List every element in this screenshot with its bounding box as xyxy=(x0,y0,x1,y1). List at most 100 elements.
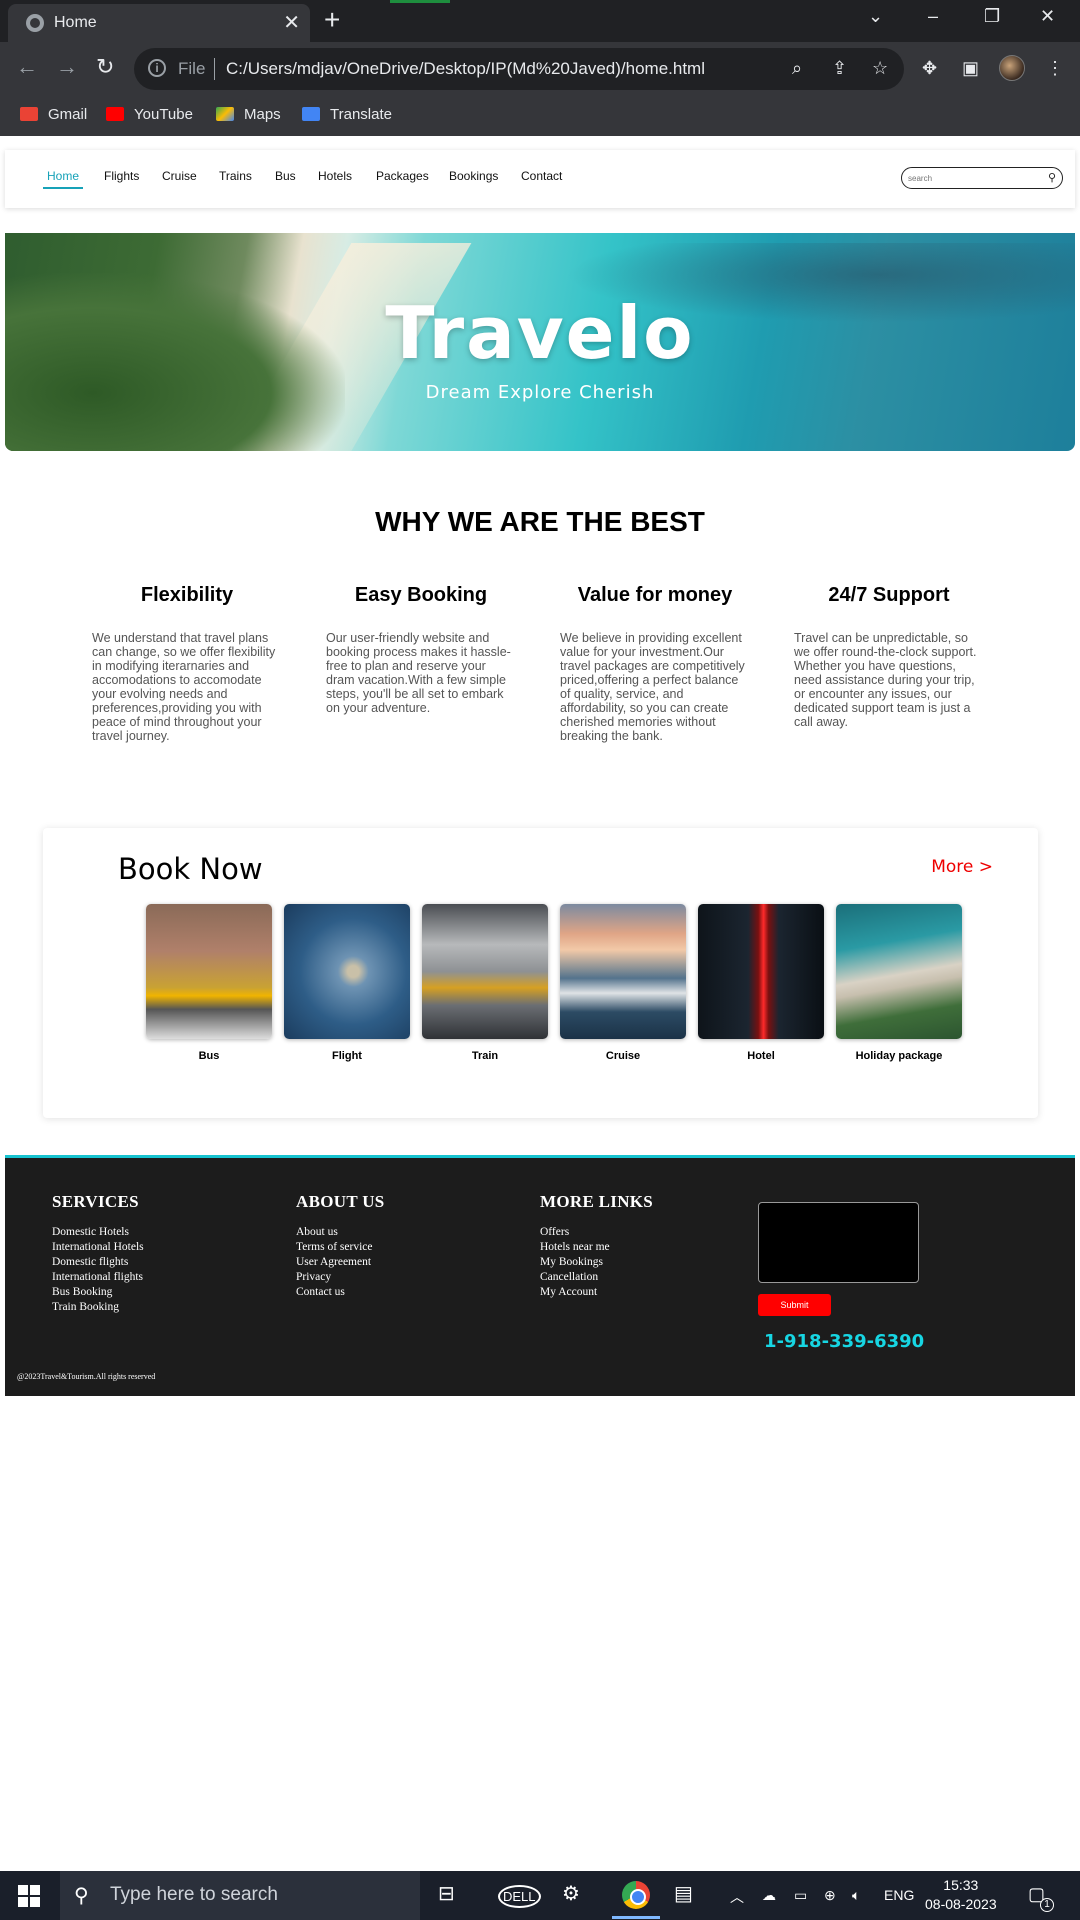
footer-links: About us Terms of service User Agreement… xyxy=(296,1225,385,1300)
browser-tab[interactable]: Home ✕ xyxy=(8,4,310,42)
close-tab-icon[interactable]: ✕ xyxy=(283,10,300,35)
star-icon[interactable]: ☆ xyxy=(872,58,888,79)
footer-services: SERVICES Domestic Hotels International H… xyxy=(52,1192,144,1315)
forward-icon[interactable]: → xyxy=(56,54,78,80)
more-link[interactable]: More > xyxy=(931,857,993,877)
footer-link[interactable]: Cancellation xyxy=(540,1270,653,1285)
tab-search-icon[interactable]: ⌄ xyxy=(868,6,883,27)
feature-text: We understand that travel plans can chan… xyxy=(92,631,276,743)
train-image xyxy=(422,904,548,1039)
share-icon[interactable]: ⇪ xyxy=(832,58,847,79)
chrome-icon[interactable] xyxy=(622,1881,650,1909)
footer-link[interactable]: User Agreement xyxy=(296,1255,385,1270)
footer-link[interactable]: My Bookings xyxy=(540,1255,653,1270)
taskbar-clock[interactable]: 15:33 08-08-2023 xyxy=(925,1876,997,1914)
back-icon[interactable]: ← xyxy=(16,54,38,80)
hotel-image xyxy=(698,904,824,1039)
search-input[interactable] xyxy=(908,170,1038,186)
bookmark-gmail[interactable]: Gmail xyxy=(20,106,87,123)
bookmark-maps[interactable]: Maps xyxy=(216,106,281,123)
nav-contact[interactable]: Contact xyxy=(521,169,562,183)
tab-activity-indicator xyxy=(390,0,450,3)
web-page: Home Flights Cruise Trains Bus Hotels Pa… xyxy=(0,136,1080,1871)
footer-link[interactable]: Domestic flights xyxy=(52,1255,144,1270)
minimize-button[interactable]: – xyxy=(928,6,938,27)
footer-heading: SERVICES xyxy=(52,1192,139,1211)
network-globe-icon[interactable]: ⊕ xyxy=(824,1887,836,1904)
task-view-icon[interactable]: ⊟ xyxy=(438,1881,455,1906)
info-icon[interactable]: i xyxy=(148,59,166,77)
footer-about: ABOUT US About us Terms of service User … xyxy=(296,1192,385,1300)
footer-link[interactable]: Privacy xyxy=(296,1270,385,1285)
book-card-cruise[interactable]: Cruise xyxy=(560,904,686,1062)
footer-link[interactable]: Hotels near me xyxy=(540,1240,653,1255)
nav-hotels[interactable]: Hotels xyxy=(318,169,352,183)
footer-link[interactable]: Train Booking xyxy=(52,1300,144,1315)
menu-icon[interactable]: ⋮ xyxy=(1046,58,1064,79)
address-bar[interactable]: i File C:/Users/mdjav/OneDrive/Desktop/I… xyxy=(134,48,904,90)
bookmark-translate[interactable]: Translate xyxy=(302,106,392,123)
search-icon[interactable]: ⚲ xyxy=(1048,171,1056,184)
footer-link[interactable]: Terms of service xyxy=(296,1240,385,1255)
footer-more-links: MORE LINKS Offers Hotels near me My Book… xyxy=(540,1192,653,1300)
new-tab-button[interactable]: + xyxy=(324,4,340,36)
nav-cruise[interactable]: Cruise xyxy=(162,169,197,183)
taskbar-search-placeholder: Type here to search xyxy=(110,1884,278,1905)
reload-icon[interactable]: ↻ xyxy=(96,54,114,80)
nav-packages[interactable]: Packages xyxy=(376,169,429,183)
bookmark-youtube[interactable]: YouTube xyxy=(106,106,193,123)
close-window-button[interactable]: ✕ xyxy=(1040,6,1055,27)
site-navbar: Home Flights Cruise Trains Bus Hotels Pa… xyxy=(5,150,1075,208)
profile-avatar[interactable] xyxy=(999,55,1025,81)
feature-support: 24/7 Support Travel can be unpredictable… xyxy=(794,584,984,729)
footer-message-textarea[interactable] xyxy=(758,1202,919,1283)
cloud-icon[interactable]: ☁ xyxy=(762,1887,776,1904)
chrome-active-indicator xyxy=(612,1916,660,1919)
card-label: Bus xyxy=(198,1050,220,1062)
restore-button[interactable]: ❐ xyxy=(984,6,1000,27)
book-card-flight[interactable]: Flight xyxy=(284,904,410,1062)
side-panel-icon[interactable]: ▣ xyxy=(962,58,979,79)
footer-link[interactable]: Domestic Hotels xyxy=(52,1225,144,1240)
feature-value-for-money: Value for money We believe in providing … xyxy=(560,584,750,743)
nav-bookings[interactable]: Bookings xyxy=(449,169,498,183)
settings-gear-icon[interactable]: ⚙ xyxy=(562,1881,580,1906)
volume-icon[interactable]: 🔈︎ xyxy=(852,1887,860,1904)
feature-text: Our user-friendly website and booking pr… xyxy=(326,631,511,715)
chevron-up-icon[interactable]: ︿ xyxy=(730,1887,744,1907)
zoom-icon[interactable]: ⌕ xyxy=(792,58,802,79)
book-card-hotel[interactable]: Hotel xyxy=(698,904,824,1062)
battery-icon[interactable]: ▭ xyxy=(794,1887,807,1904)
footer-link[interactable]: Bus Booking xyxy=(52,1285,144,1300)
footer-link[interactable]: About us xyxy=(296,1225,385,1240)
address-separator xyxy=(214,58,215,80)
nav-trains[interactable]: Trains xyxy=(219,169,252,183)
footer-link[interactable]: Contact us xyxy=(296,1285,385,1300)
clock-time: 15:33 xyxy=(943,1877,979,1893)
nav-home[interactable]: Home xyxy=(42,169,84,189)
taskbar-search[interactable]: ⚲ Type here to search xyxy=(60,1871,420,1920)
nav-flights[interactable]: Flights xyxy=(104,169,139,183)
news-icon[interactable]: ▤ xyxy=(674,1881,693,1906)
book-card-holiday-package[interactable]: Holiday package xyxy=(836,904,962,1062)
footer-link[interactable]: My Account xyxy=(540,1285,653,1300)
site-footer: SERVICES Domestic Hotels International H… xyxy=(5,1155,1075,1396)
url-text[interactable]: C:/Users/mdjav/OneDrive/Desktop/IP(Md%20… xyxy=(226,59,705,79)
book-card-train[interactable]: Train xyxy=(422,904,548,1062)
footer-link[interactable]: International flights xyxy=(52,1270,144,1285)
footer-link[interactable]: International Hotels xyxy=(52,1240,144,1255)
hero-brand: Travelo xyxy=(385,291,695,375)
submit-button[interactable]: Submit xyxy=(758,1294,831,1316)
card-label: Holiday package xyxy=(855,1050,943,1062)
feature-title: Value for money xyxy=(577,584,733,606)
nav-bus[interactable]: Bus xyxy=(275,169,296,183)
language-indicator[interactable]: ENG xyxy=(884,1887,914,1903)
extensions-icon[interactable]: ✥ xyxy=(922,58,937,79)
footer-link[interactable]: Offers xyxy=(540,1225,653,1240)
dell-icon[interactable]: DELL xyxy=(498,1885,541,1908)
book-card-bus[interactable]: Bus xyxy=(146,904,272,1062)
windows-start-icon[interactable] xyxy=(18,1885,40,1907)
card-label: Hotel xyxy=(747,1050,775,1062)
notification-count-badge: 1 xyxy=(1040,1898,1054,1912)
bookmark-label: Translate xyxy=(330,106,392,123)
